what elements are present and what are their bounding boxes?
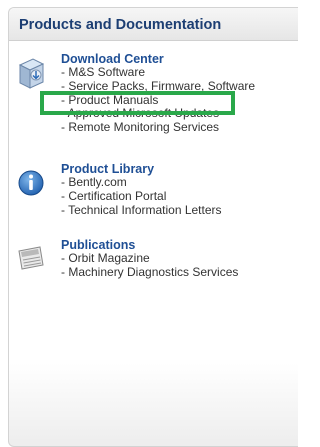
- link-technical-letters[interactable]: - Technical Information Letters: [61, 203, 222, 218]
- link-certification-portal[interactable]: - Certification Portal: [61, 189, 222, 204]
- newspaper-icon: [18, 246, 44, 270]
- link-ms-software[interactable]: - M&S Software: [61, 65, 255, 80]
- download-box-icon: [18, 58, 45, 89]
- info-icon: [18, 170, 44, 196]
- link-machinery-diagnostics[interactable]: - Machinery Diagnostics Services: [61, 265, 238, 280]
- publications-link[interactable]: Publications: [61, 238, 238, 252]
- panel-title: Products and Documentation: [9, 8, 298, 41]
- section-download-center: Download Center - M&S Software - Service…: [8, 52, 283, 147]
- link-product-manuals[interactable]: - Product Manuals: [61, 93, 255, 108]
- section-publications: Publications - Orbit Magazine - Machiner…: [8, 238, 283, 288]
- download-center-link[interactable]: Download Center: [61, 52, 255, 66]
- link-orbit-magazine[interactable]: - Orbit Magazine: [61, 251, 238, 266]
- link-service-packs[interactable]: - Service Packs, Firmware, Software: [61, 79, 255, 94]
- link-remote-monitoring[interactable]: - Remote Monitoring Services: [61, 120, 255, 135]
- link-microsoft-updates[interactable]: - Approved Microsoft Updates: [61, 107, 255, 121]
- link-bently[interactable]: - Bently.com: [61, 175, 222, 190]
- section-product-library: Product Library - Bently.com - Certifica…: [8, 162, 283, 224]
- product-library-link[interactable]: Product Library: [61, 162, 222, 176]
